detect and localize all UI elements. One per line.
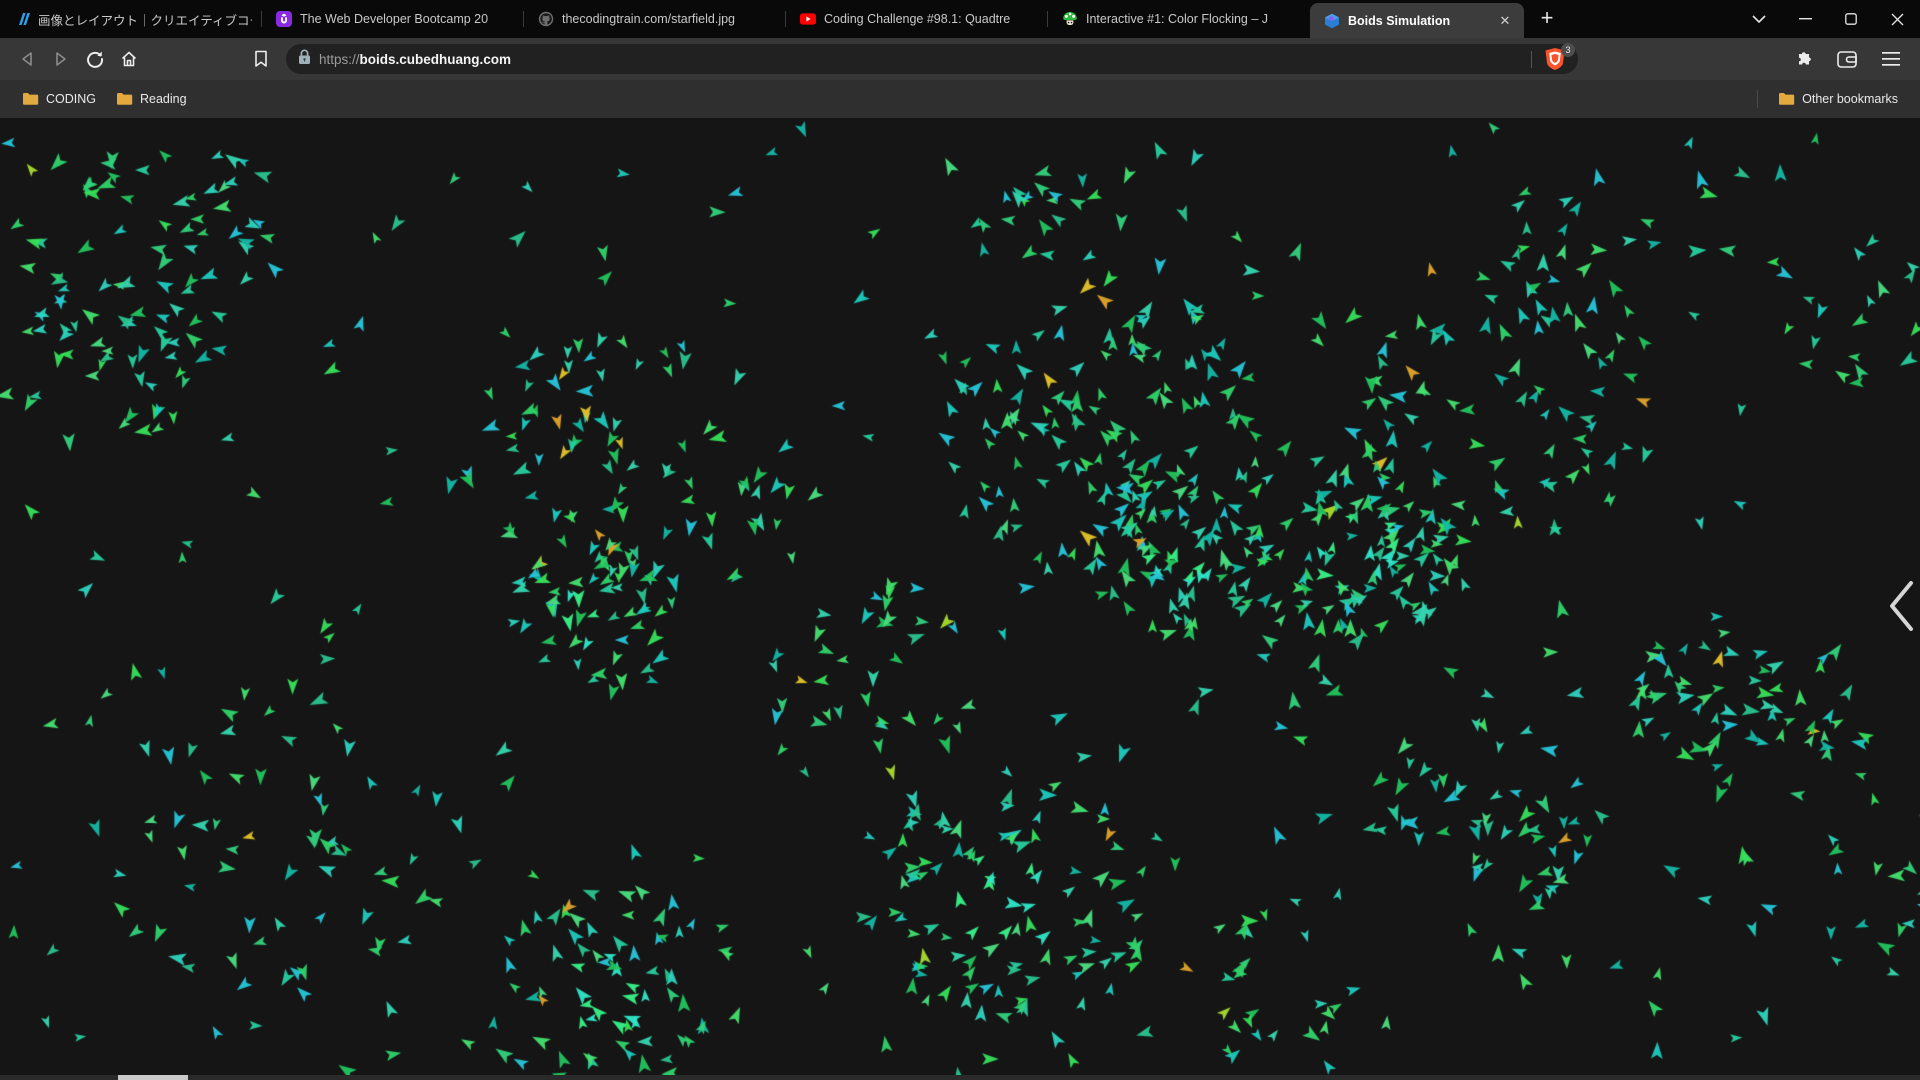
window-close-button[interactable] <box>1874 0 1920 38</box>
boids-simulation-canvas[interactable] <box>0 118 1920 1080</box>
back-button[interactable] <box>10 42 44 76</box>
horizontal-scrollbar-track[interactable] <box>0 1075 1920 1080</box>
horizontal-scrollbar-thumb[interactable] <box>118 1075 188 1080</box>
slashes-icon <box>14 11 30 27</box>
bookmark-folder-label: Reading <box>140 92 187 106</box>
toolbar-right-group <box>1788 44 1910 74</box>
forward-button[interactable] <box>44 42 78 76</box>
tab-title: 画像とレイアウト｜クリエイティブコーデ <box>38 13 252 28</box>
tab-title: Boids Simulation <box>1348 13 1451 28</box>
boids-page <box>0 118 1920 1080</box>
home-button[interactable] <box>112 42 146 76</box>
folder-icon <box>1779 93 1795 105</box>
bookmark-folder-coding[interactable]: CODING <box>12 88 106 110</box>
lock-icon <box>298 49 311 70</box>
address-bar[interactable]: https://boids.cubedhuang.com 3 <box>286 43 1578 74</box>
bookmarks-bar: CODING Reading Other bookmarks <box>0 80 1920 118</box>
window-minimize-button[interactable] <box>1782 0 1828 38</box>
browser-toolbar: https://boids.cubedhuang.com 3 <box>0 38 1920 80</box>
tab-codingtrain-starfield[interactable]: thecodingtrain.com/starfield.jpg <box>524 0 786 38</box>
new-tab-button[interactable]: + <box>1530 2 1564 36</box>
window-maximize-button[interactable] <box>1828 0 1874 38</box>
tab-web-dev-bootcamp[interactable]: The Web Developer Bootcamp 20 <box>262 0 524 38</box>
brave-wallet-icon[interactable] <box>1832 44 1862 74</box>
shield-badge-count: 3 <box>1561 43 1575 57</box>
tab-title: Coding Challenge #98.1: Quadtre <box>824 12 1011 26</box>
reload-button[interactable] <box>78 42 112 76</box>
url-text: https://boids.cubedhuang.com <box>319 52 511 67</box>
url-host: boids.cubedhuang.com <box>359 51 512 67</box>
other-bookmarks-label: Other bookmarks <box>1802 92 1898 106</box>
github-icon <box>538 11 554 27</box>
youtube-icon <box>800 11 816 27</box>
tab-search-chevron-down-icon[interactable] <box>1736 0 1782 38</box>
cube-icon <box>1324 13 1340 29</box>
brave-shield-icon[interactable]: 3 <box>1544 43 1575 71</box>
bookmark-page-button[interactable] <box>244 42 278 76</box>
url-scheme: https:// <box>319 51 360 67</box>
tab-strip: 画像とレイアウト｜クリエイティブコーデ The Web Developer Bo… <box>0 0 1920 38</box>
chevron-left-icon[interactable] <box>1884 576 1918 636</box>
tab-boids-simulation-active[interactable]: Boids Simulation ✕ <box>1310 3 1524 38</box>
tab-coding-challenge[interactable]: Coding Challenge #98.1: Quadtre <box>786 0 1048 38</box>
other-bookmarks-button[interactable]: Other bookmarks <box>1768 88 1908 110</box>
extensions-puzzle-icon[interactable] <box>1788 44 1818 74</box>
tab-close-icon[interactable]: ✕ <box>1496 12 1514 30</box>
folder-icon <box>117 93 133 105</box>
mushroom-icon <box>1062 11 1078 27</box>
browser-window: 画像とレイアウト｜クリエイティブコーデ The Web Developer Bo… <box>0 0 1920 1080</box>
bookmark-folder-reading[interactable]: Reading <box>106 88 197 110</box>
bookmarks-divider <box>1757 90 1759 108</box>
tab-color-flocking[interactable]: Interactive #1: Color Flocking – J <box>1048 0 1310 38</box>
udemy-icon <box>276 11 292 27</box>
tab-creative-coding[interactable]: 画像とレイアウト｜クリエイティブコーデ <box>0 0 262 38</box>
bookmark-folder-label: CODING <box>46 92 96 106</box>
urlbar-divider <box>1531 50 1532 68</box>
tab-title: Interactive #1: Color Flocking – J <box>1086 12 1269 26</box>
tab-title: thecodingtrain.com/starfield.jpg <box>562 12 736 26</box>
folder-icon <box>23 93 39 105</box>
tab-title: The Web Developer Bootcamp 20 <box>300 12 489 26</box>
menu-hamburger-icon[interactable] <box>1876 44 1906 74</box>
